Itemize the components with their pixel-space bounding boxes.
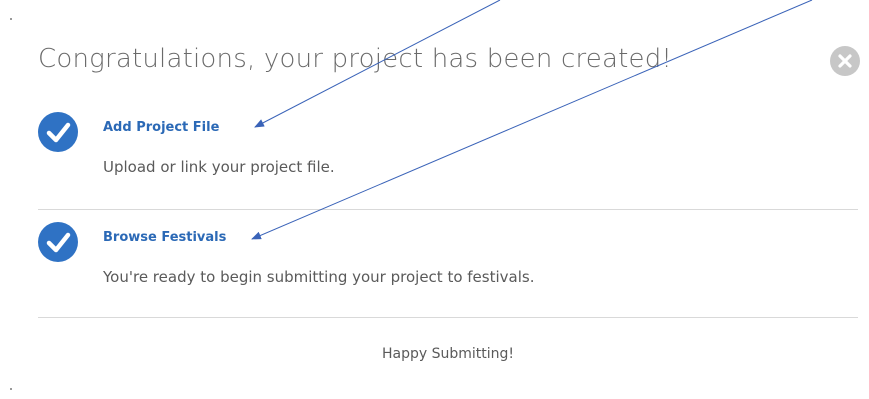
browse-festivals-link[interactable]: Browse Festivals: [103, 230, 226, 245]
check-circle-icon: [38, 112, 78, 152]
project-created-dialog: Congratulations, your project has been c…: [0, 0, 869, 399]
add-project-file-link[interactable]: Add Project File: [103, 120, 219, 135]
annotation-arrow-browse-festivals: [251, 0, 813, 240]
divider: [38, 209, 858, 210]
step-description: Upload or link your project file.: [103, 158, 335, 176]
close-circle-icon: [838, 54, 852, 68]
divider: [38, 317, 858, 318]
stray-dot: [10, 18, 12, 20]
check-circle-icon: [38, 222, 78, 262]
close-button[interactable]: [830, 46, 860, 76]
stray-dot: [10, 388, 12, 390]
footer-message: Happy Submitting!: [381, 346, 515, 362]
step-description: You're ready to begin submitting your pr…: [103, 268, 535, 286]
dialog-title: Congratulations, your project has been c…: [38, 44, 673, 74]
